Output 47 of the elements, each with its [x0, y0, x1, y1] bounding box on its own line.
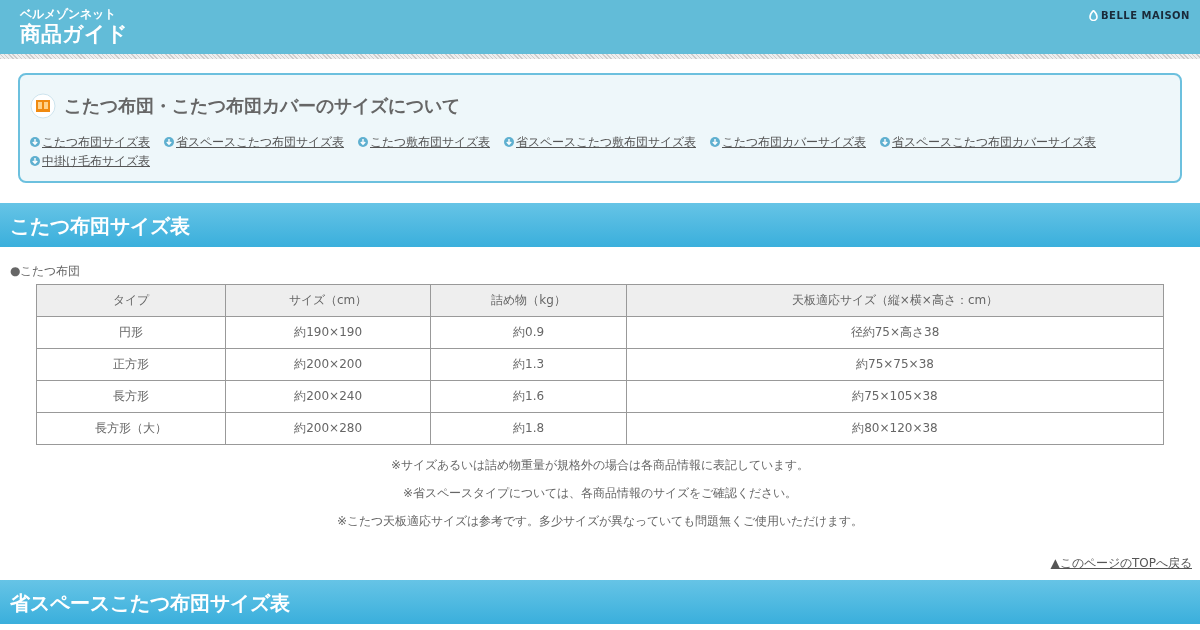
down-arrow-icon [164, 137, 174, 147]
table-cell: 約80×120×38 [626, 412, 1164, 445]
page-title: 商品ガイド [20, 21, 128, 47]
column-header: サイズ（cm） [225, 284, 431, 317]
intro-title: こたつ布団・こたつ布団カバーのサイズについて [64, 94, 460, 118]
table-cell: 円形 [36, 316, 226, 349]
back-to-top-link[interactable]: ▲このページのTOPへ戻る [1050, 556, 1192, 570]
table-cell: 約190×190 [225, 316, 431, 349]
column-header: タイプ [36, 284, 226, 317]
table-label: ●こたつ布団 [10, 263, 82, 280]
table-cell: 約200×240 [225, 380, 431, 413]
anchor-link[interactable]: こたつ布団カバーサイズ表 [710, 135, 866, 149]
note-text: ※省スペースタイプについては、各商品情報のサイズをご確認ください。 [401, 485, 799, 501]
table-cell: 約1.8 [430, 412, 627, 445]
table-cell: 長方形 [36, 380, 226, 413]
window-icon [30, 93, 56, 119]
down-arrow-icon [30, 156, 40, 166]
table-cell: 約75×75×38 [626, 348, 1164, 381]
table-cell: 約75×105×38 [626, 380, 1164, 413]
column-header: 天板適応サイズ（縦×横×高さ：cm） [626, 284, 1164, 317]
down-arrow-icon [880, 137, 890, 147]
down-arrow-icon [358, 137, 368, 147]
anchor-link[interactable]: 省スペースこたつ布団サイズ表 [164, 135, 344, 149]
note-text: ※サイズあるいは詰め物重量が規格外の場合は各商品情報に表記しています。 [389, 457, 811, 473]
section-heading: こたつ布団サイズ表 [0, 203, 1200, 247]
table-cell: 約200×280 [225, 412, 431, 445]
anchor-link[interactable]: 中掛け毛布サイズ表 [30, 154, 150, 168]
table-cell: 約200×200 [225, 348, 431, 381]
anchor-link[interactable]: 省スペースこたつ敷布団サイズ表 [504, 135, 696, 149]
brand-logo[interactable]: BELLE MAISON [1089, 10, 1190, 23]
table-cell: 約0.9 [430, 316, 627, 349]
note-text: ※こたつ天板適応サイズは参考です。多少サイズが異なっていても問題無くご使用いただけます。 [335, 513, 865, 529]
table-cell: 長方形（大） [36, 412, 226, 445]
down-arrow-icon [30, 137, 40, 147]
section-heading: 省スペースこたつ布団サイズ表 [0, 580, 1200, 624]
table-cell: 正方形 [36, 348, 226, 381]
table-cell: 径約75×高さ38 [626, 316, 1164, 349]
anchor-link[interactable]: こたつ敷布団サイズ表 [358, 135, 490, 149]
anchor-link[interactable]: こたつ布団サイズ表 [30, 135, 150, 149]
table-cell: 約1.6 [430, 380, 627, 413]
down-arrow-icon [710, 137, 720, 147]
drop-icon [1089, 10, 1098, 21]
site-name: ベルメゾンネット [20, 8, 117, 21]
column-header: 詰め物（kg） [430, 284, 627, 317]
table-cell: 約1.3 [430, 348, 627, 381]
anchor-link[interactable]: 省スペースこたつ布団カバーサイズ表 [880, 135, 1096, 149]
down-arrow-icon [504, 137, 514, 147]
